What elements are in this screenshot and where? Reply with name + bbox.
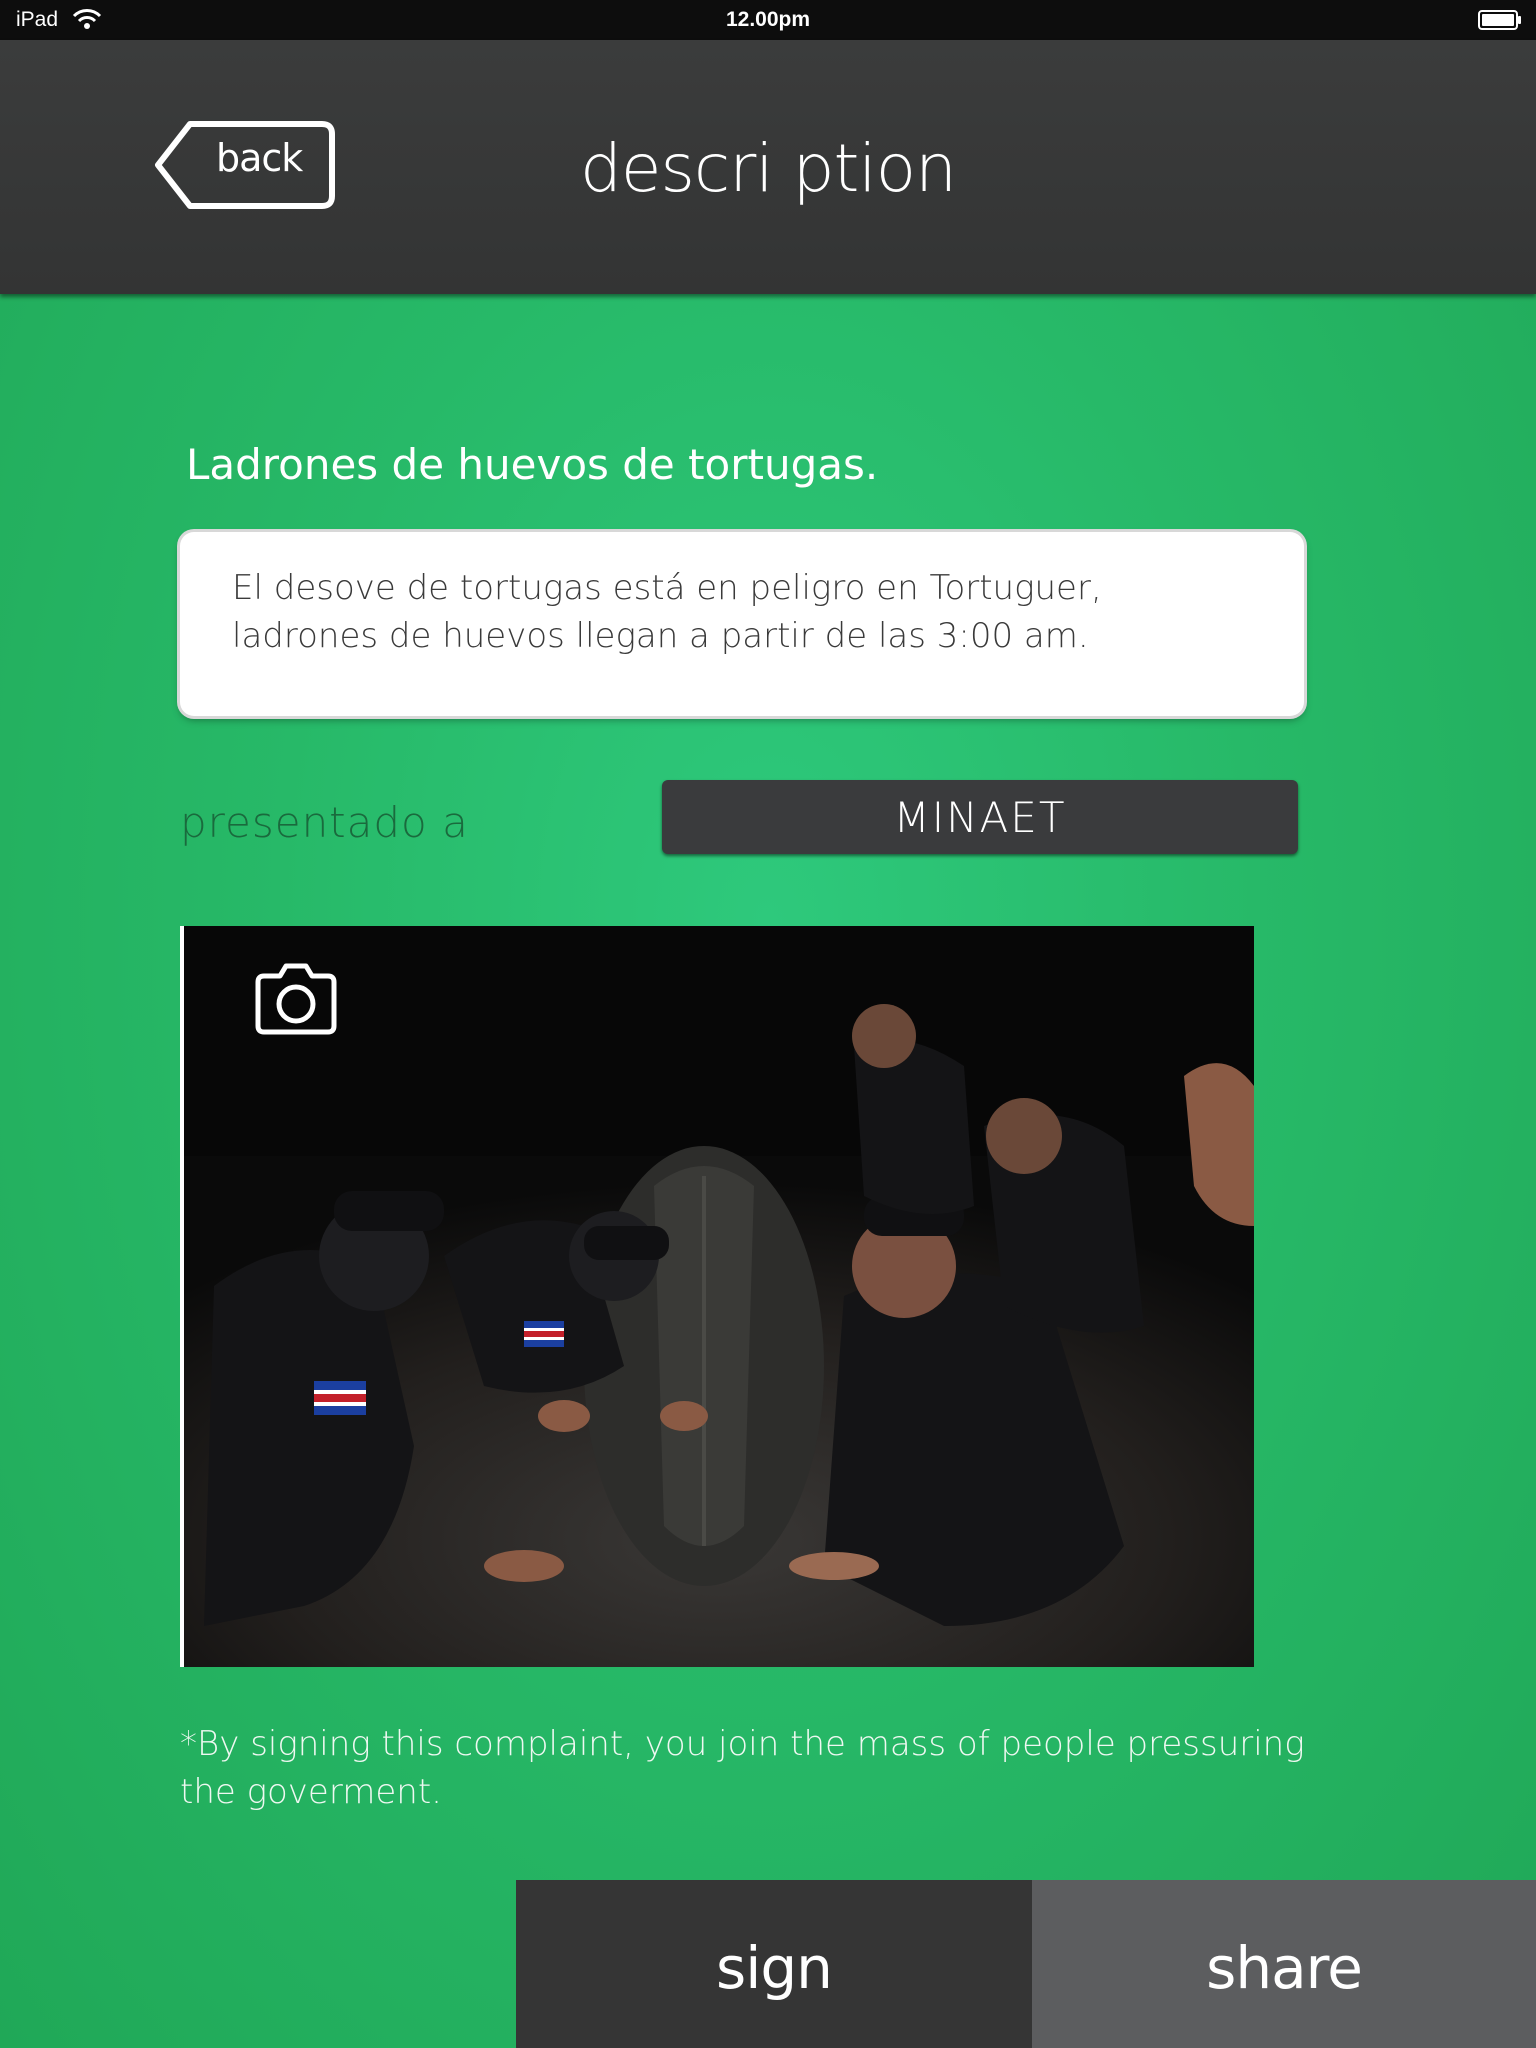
presented-to-label: presentado a (180, 798, 469, 847)
night-beach-scene (184, 926, 1254, 1667)
status-bar: iPad 12.00pm (0, 0, 1536, 40)
share-button[interactable]: share (1032, 1880, 1536, 2048)
recipient-selector[interactable]: MINAET (662, 780, 1298, 854)
recipient-value: MINAET (893, 793, 1067, 842)
description-line-1: El desove de tortugas está en peligro en… (232, 568, 1102, 608)
page-title: descri ption (580, 130, 957, 207)
camera-icon[interactable] (252, 960, 340, 1038)
navigation-bar: back descri ption (0, 40, 1536, 294)
share-button-label: share (1206, 1934, 1363, 2002)
complaint-photo[interactable] (180, 926, 1254, 1667)
complaint-title: Ladrones de huevos de tortugas. (186, 440, 879, 489)
description-line-2: ladrones de huevos llegan a partir de la… (232, 616, 1089, 656)
battery-icon (1478, 10, 1521, 30)
description-textbox[interactable]: El desove de tortugas está en peligro en… (180, 532, 1304, 716)
sign-button-label: sign (716, 1934, 833, 2002)
sign-button[interactable]: sign (516, 1880, 1032, 2048)
status-time: 12.00pm (725, 8, 811, 31)
footnote-line-2: the goverment. (180, 1772, 442, 1812)
signing-footnote: *By signing this complaint, you join the… (180, 1720, 1380, 1816)
description-text: El desove de tortugas está en peligro en… (232, 564, 1272, 660)
footnote-line-1: *By signing this complaint, you join the… (180, 1724, 1305, 1764)
